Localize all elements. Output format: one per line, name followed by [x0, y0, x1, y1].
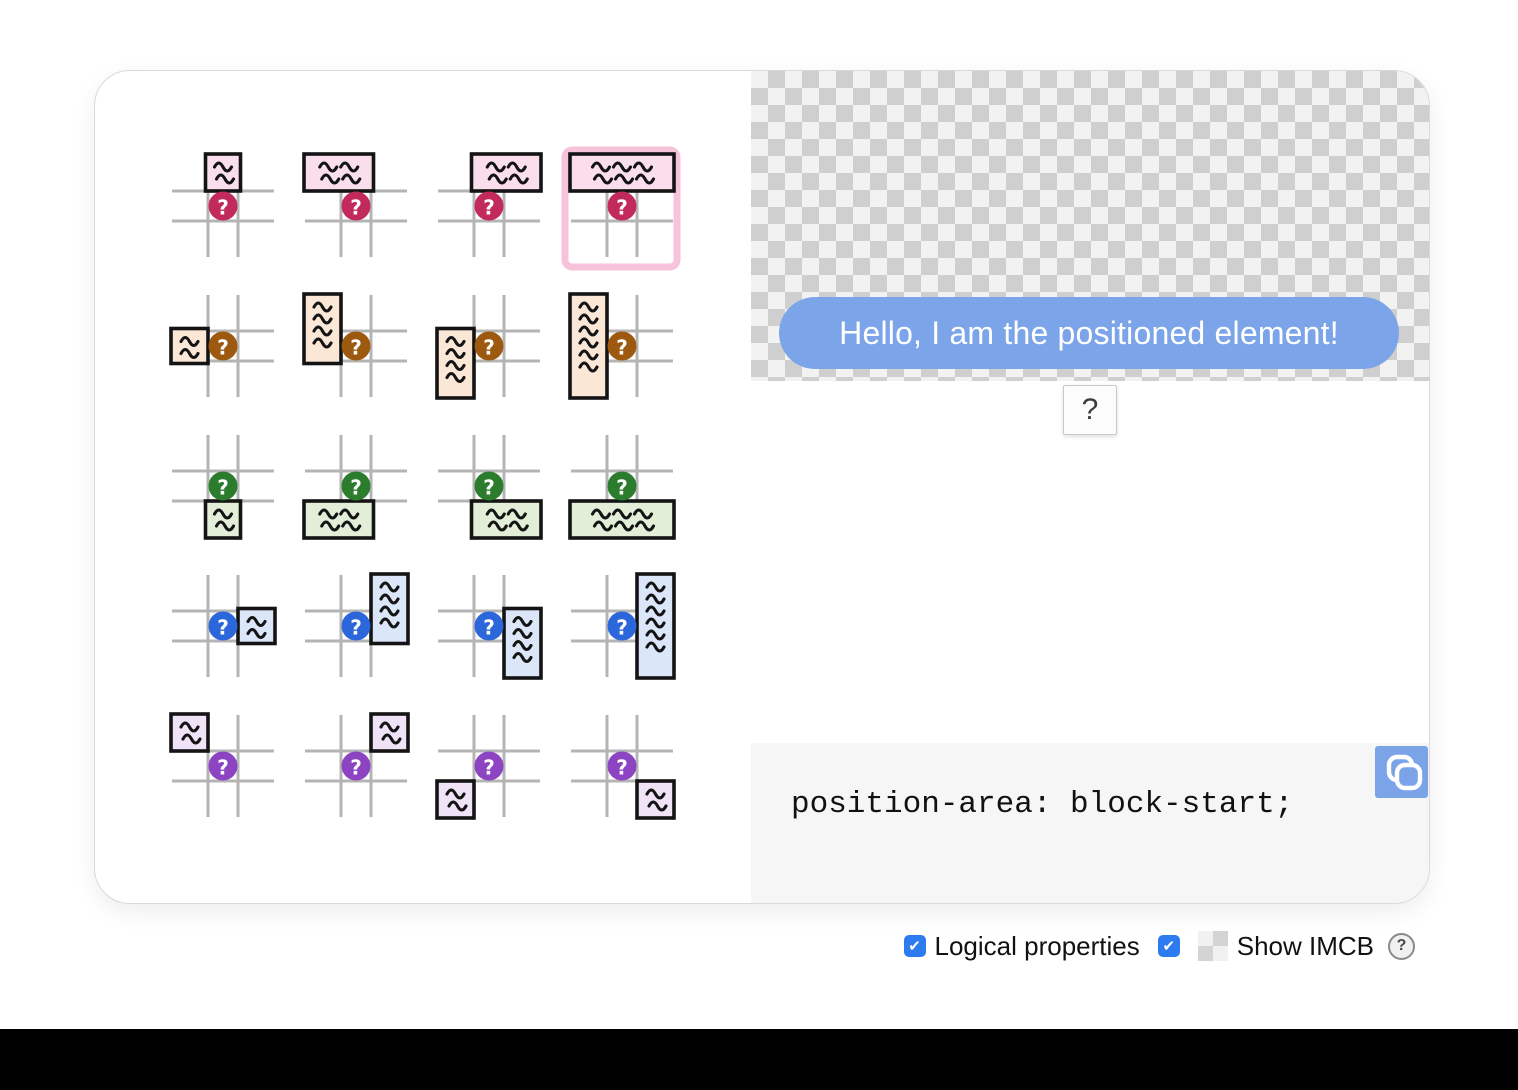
option-inline-end-center[interactable]: ?: [148, 551, 298, 701]
option-block-start-center[interactable]: ?: [148, 131, 298, 281]
help-icon[interactable]: ?: [1388, 933, 1415, 960]
svg-text:?: ?: [217, 476, 229, 500]
option-block-end-span-all[interactable]: ?: [547, 411, 697, 561]
show-imcb-checkbox[interactable]: ✔: [1158, 935, 1180, 957]
option-corners-span-end[interactable]: ?: [414, 691, 564, 841]
option-inline-start-span-end[interactable]: ?: [414, 271, 564, 421]
code-output-panel: position-area: block-start;: [751, 743, 1429, 903]
svg-text:?: ?: [217, 196, 229, 220]
copy-button[interactable]: [1375, 746, 1428, 798]
copy-icon: [1380, 749, 1424, 796]
svg-text:?: ?: [616, 616, 628, 640]
option-inline-start-span-all[interactable]: ?: [547, 271, 697, 421]
svg-text:?: ?: [483, 196, 495, 220]
option-inline-start-span-start[interactable]: ?: [281, 271, 431, 421]
anchor-positioning-tool: ???????????????????? Hello, I am the pos…: [0, 0, 1518, 1090]
logical-properties-checkbox[interactable]: ✔: [904, 935, 926, 957]
option-block-end-center[interactable]: ?: [148, 411, 298, 561]
svg-text:?: ?: [483, 756, 495, 780]
svg-text:?: ?: [350, 756, 362, 780]
svg-text:?: ?: [616, 476, 628, 500]
option-inline-end-span-end[interactable]: ?: [414, 551, 564, 701]
logical-properties-label[interactable]: Logical properties: [935, 931, 1140, 962]
bottom-letterbox: [0, 1029, 1518, 1090]
option-block-end-span-start[interactable]: ?: [281, 411, 431, 561]
svg-text:?: ?: [217, 616, 229, 640]
option-block-end-span-end[interactable]: ?: [414, 411, 564, 561]
option-block-start-span-start[interactable]: ?: [281, 131, 431, 281]
option-corners-span-all[interactable]: ?: [547, 691, 697, 841]
svg-text:?: ?: [350, 616, 362, 640]
svg-text:?: ?: [217, 336, 229, 360]
svg-text:?: ?: [217, 756, 229, 780]
svg-text:?: ?: [483, 476, 495, 500]
svg-text:?: ?: [350, 196, 362, 220]
svg-text:?: ?: [483, 336, 495, 360]
option-corners-span-start[interactable]: ?: [281, 691, 431, 841]
svg-text:?: ?: [350, 476, 362, 500]
svg-text:?: ?: [483, 616, 495, 640]
svg-text:?: ?: [616, 196, 628, 220]
option-block-start-span-all[interactable]: ?: [547, 131, 697, 281]
positioned-element-pill: Hello, I am the positioned element!: [779, 297, 1399, 369]
svg-text:?: ?: [350, 336, 362, 360]
option-inline-end-span-start[interactable]: ?: [281, 551, 431, 701]
checkerboard-icon: [1198, 931, 1228, 961]
option-block-start-span-end[interactable]: ?: [414, 131, 564, 281]
anchor-element-button: ?: [1063, 385, 1117, 435]
anchor-tool-card: ???????????????????? Hello, I am the pos…: [94, 70, 1430, 904]
show-imcb-label[interactable]: Show IMCB: [1237, 931, 1374, 962]
svg-text:?: ?: [616, 756, 628, 780]
option-corners-center[interactable]: ?: [148, 691, 298, 841]
options-bar: ✔ Logical properties ✔ Show IMCB ?: [904, 931, 1416, 961]
option-inline-end-span-all[interactable]: ?: [547, 551, 697, 701]
css-code-text: position-area: block-start;: [791, 787, 1293, 822]
svg-text:?: ?: [616, 336, 628, 360]
option-inline-start-center[interactable]: ?: [148, 271, 298, 421]
